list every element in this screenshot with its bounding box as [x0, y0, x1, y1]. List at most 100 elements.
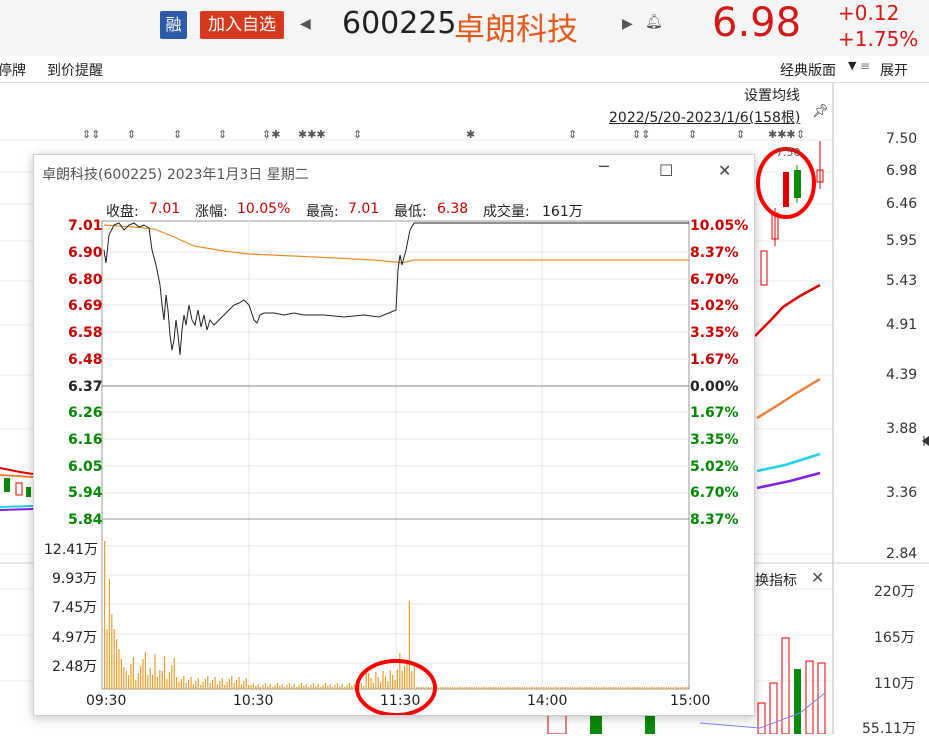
volume-bar — [346, 685, 348, 689]
volume-bar — [624, 687, 626, 689]
volume-bar — [588, 687, 590, 689]
price-alert-tab[interactable]: 到价提醒 — [47, 60, 103, 80]
time-label: 10:30 — [233, 693, 274, 709]
volume-bar — [140, 666, 142, 689]
layout-selector[interactable]: 经典版面 — [780, 60, 836, 80]
volume-bar — [425, 687, 427, 689]
side-expand-icon[interactable] — [922, 436, 929, 446]
pct-label: 1.67% — [690, 405, 739, 421]
volume-bar — [106, 629, 108, 689]
volume-bar — [485, 687, 487, 689]
volume-bar — [428, 687, 430, 689]
volume-bar — [509, 687, 511, 689]
add-to-watchlist-button[interactable]: 加入自选 — [200, 11, 284, 39]
time-label: 15:00 — [670, 693, 711, 709]
volume-bar — [648, 687, 650, 689]
volume-bar — [471, 687, 473, 689]
volume-bar — [394, 680, 396, 689]
volume-bar — [408, 601, 410, 689]
ma-line-red — [754, 283, 821, 337]
volume-bar — [682, 687, 684, 689]
close-indicator-icon[interactable]: ✕ — [811, 568, 824, 587]
volume-bar — [216, 684, 218, 689]
price-axis-label: 7.50 — [886, 131, 918, 147]
volume-bar — [377, 677, 379, 689]
price-change: +0.12 +1.75% — [838, 0, 918, 52]
volume-bar — [567, 687, 569, 689]
volume-bar — [228, 679, 230, 689]
intraday-dialog: 卓朗科技(600225) 2023年1月3日 星期二 ─ ☐ ✕ 收盘: 7.0… — [33, 154, 755, 716]
volume-bar — [108, 579, 110, 689]
volume-bar — [478, 687, 480, 689]
price-label: 6.80 — [68, 272, 103, 288]
volume-bar — [560, 687, 562, 689]
volume-bar — [236, 680, 238, 689]
margin-trading-button[interactable]: 融 — [160, 11, 187, 39]
volume-bar — [132, 657, 134, 689]
svg-text:⇕⇕: ⇕⇕ — [82, 128, 100, 141]
change-indicator-button[interactable]: 换指标 — [755, 570, 797, 590]
volume-bar — [440, 687, 442, 689]
expand-button[interactable]: 展开 — [880, 60, 908, 80]
volume-bar — [444, 687, 446, 689]
volume-axis-label: 12.41万 — [44, 542, 99, 558]
volume-bar — [665, 687, 667, 689]
volume-bar — [250, 685, 252, 689]
volume-bar — [581, 687, 583, 689]
volume-bar — [384, 676, 386, 689]
volume-bar — [137, 673, 139, 689]
time-label: 11:30 — [380, 693, 421, 709]
volume-bar — [322, 685, 324, 689]
ma-line-left-cyan — [0, 505, 34, 508]
volume-bar — [401, 671, 403, 689]
volume-bar — [591, 687, 593, 689]
volume-bar — [204, 679, 206, 689]
prev-stock-arrow-icon[interactable]: ◀ — [300, 16, 311, 32]
volume-bar — [538, 687, 540, 689]
volume-bar — [329, 684, 331, 689]
volume-bar — [452, 687, 454, 689]
volume-bar — [502, 687, 504, 689]
volume-bar — [288, 683, 290, 689]
volume-bar — [233, 683, 235, 689]
volume-bar — [281, 684, 283, 689]
volume-bar — [243, 681, 245, 689]
volume-bar — [197, 678, 199, 689]
volume-bar — [183, 676, 185, 689]
svg-text:✱: ✱ — [466, 128, 475, 141]
pin-icon[interactable]: 📌︎ — [812, 104, 829, 119]
volume-bar — [466, 687, 468, 689]
volume-bar — [192, 684, 194, 689]
volume-bar — [156, 677, 158, 689]
time-label: 14:00 — [527, 693, 568, 709]
volume-bar — [569, 687, 571, 689]
volume-bar — [627, 687, 629, 689]
current-price: 6.98 — [712, 0, 802, 46]
volume-bar — [180, 679, 182, 689]
volume-bar — [178, 682, 180, 689]
volume-bar — [305, 684, 307, 689]
price-axis-label: 5.43 — [886, 273, 918, 289]
volume-bar — [632, 687, 634, 689]
volume-bar — [483, 687, 485, 689]
set-ma-button[interactable]: 设置均线 — [744, 85, 800, 105]
menu-icon[interactable]: ≡ — [860, 59, 870, 73]
chevron-down-icon[interactable]: ▼ — [848, 59, 856, 72]
volume-bar — [492, 687, 494, 689]
volume-bar — [629, 687, 631, 689]
ma-line-left-red — [0, 467, 34, 475]
volume-bar — [149, 668, 151, 689]
volume-bar — [416, 687, 418, 689]
volume-bar — [173, 658, 175, 689]
volume-bar — [375, 672, 377, 689]
volume-bar — [598, 687, 600, 689]
volume-bar — [317, 684, 319, 689]
volume-bar — [658, 687, 660, 689]
suspend-tab[interactable]: 停牌 — [0, 60, 26, 80]
bell-icon[interactable]: 🔔︎ — [645, 14, 663, 30]
volume-bar — [154, 654, 156, 689]
next-stock-arrow-icon[interactable]: ▶ — [622, 16, 633, 32]
svg-text:⇕: ⇕ — [736, 128, 745, 141]
volume-bar — [159, 670, 161, 689]
date-range-label[interactable]: 2022/5/20-2023/1/6(158根) — [609, 107, 800, 127]
